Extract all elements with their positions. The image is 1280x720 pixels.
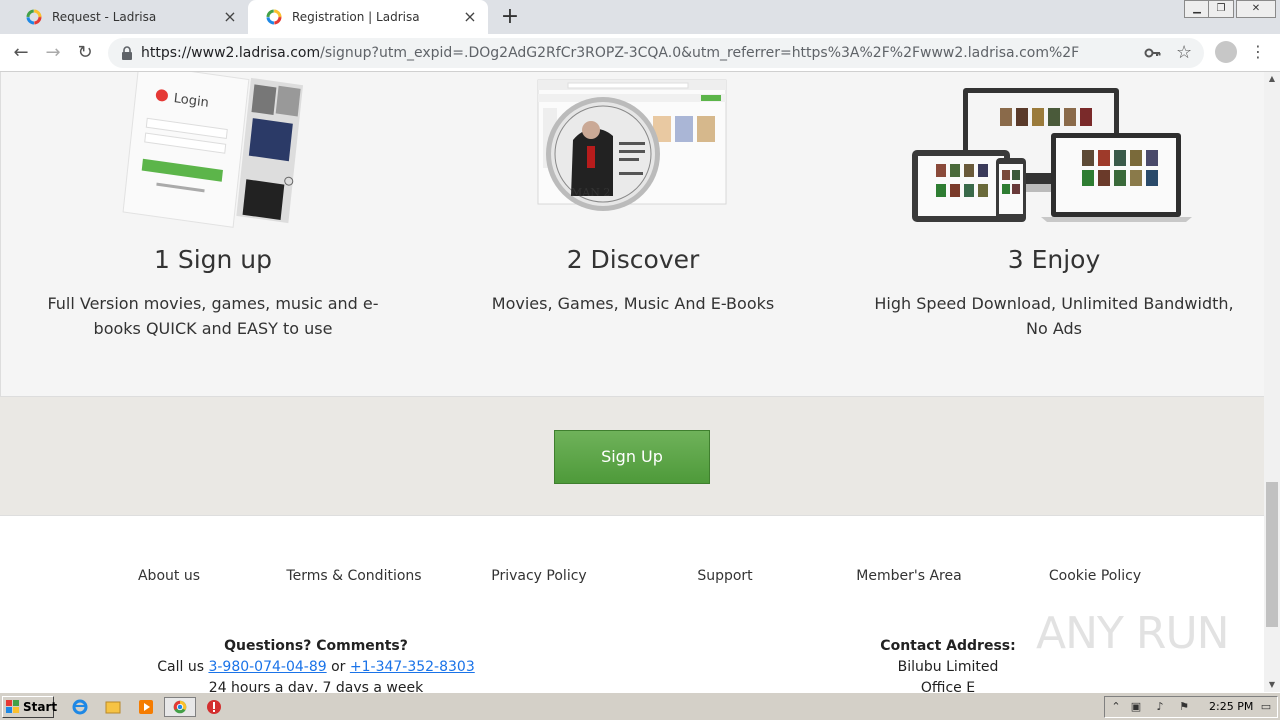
media-player-icon[interactable] [137,698,155,716]
step-enjoy: 3 Enjoy High Speed Download, Unlimited B… [844,72,1264,341]
login-illustration: Login [3,72,423,240]
page-viewport: Login 1 Sign up Full Version movies, gam… [0,72,1264,692]
close-tab-icon[interactable]: × [222,9,238,25]
address-heading: Contact Address: [880,638,1016,654]
support-hours: 24 hours a day, 7 days a week [208,680,424,692]
ladrisa-favicon-icon [26,9,42,25]
scroll-up-arrow-icon[interactable]: ▲ [1264,72,1280,86]
ladrisa-favicon-icon [266,9,282,25]
devices-illustration [844,72,1264,240]
windows-taskbar: Start ⌃ ▣ ♪ ⚑ 2:25 PM ▭ [0,692,1280,720]
browser-toolbar: ← → ↻ https://www2.ladrisa.com/signup?ut… [0,34,1280,72]
tab-strip: Request - Ladrisa × Registration | Ladri… [0,0,1280,34]
stop-alert-icon[interactable] [205,698,223,716]
key-icon[interactable] [1144,45,1162,61]
footer-link-members-area[interactable]: Member's Area [816,568,1002,584]
login-app-image: Login [122,72,304,228]
step-title: 3 Enjoy [1007,245,1101,274]
address-bar[interactable]: https://www2.ladrisa.com/signup?utm_expi… [108,38,1204,68]
questions-heading: Questions? Comments? [224,638,408,654]
address-line-2: Office E [920,680,976,692]
internet-explorer-icon[interactable] [71,698,89,716]
tab-request-ladrisa[interactable]: Request - Ladrisa × [8,0,248,34]
start-label: Start [23,700,58,714]
restore-window-button[interactable]: ❐ [1208,0,1234,18]
chrome-taskbar-icon[interactable] [164,697,196,717]
browser-menu-icon[interactable]: ⋮ [1250,40,1266,64]
devices-image [912,88,1192,222]
call-us-line: Call us 3-980-074-04-89 or +1-347-352-83… [116,657,516,678]
volume-icon[interactable]: ♪ [1153,700,1167,714]
discover-screenshot-image: MAN 2 [537,79,727,211]
reload-icon[interactable]: ↻ [72,40,98,66]
address-line-1: Bilubu Limited [897,659,999,675]
step-title: 1 Sign up [153,245,273,274]
footer-link-terms-conditions[interactable]: Terms & Conditions [261,568,447,584]
show-desktop-icon[interactable]: ▭ [1259,700,1273,714]
tab-title: Registration | Ladrisa [292,10,420,24]
show-hidden-icons-icon[interactable]: ⌃ [1109,700,1123,714]
footer-link-cookie-policy[interactable]: Cookie Policy [1002,568,1188,584]
call-prefix: Call us [157,659,209,675]
how-it-works-section: Login 1 Sign up Full Version movies, gam… [0,72,1264,397]
new-tab-button[interactable]: + [498,5,522,29]
footer-link-support[interactable]: Support [632,568,818,584]
start-button[interactable]: Start [2,696,58,718]
url-text: https://www2.ladrisa.com/signup?utm_expi… [141,38,1079,68]
scroll-down-arrow-icon[interactable]: ▼ [1264,678,1280,692]
step-description: Full Version movies, games, music and e-… [47,294,379,338]
page-scrollbar[interactable]: ▲ ▼ [1264,72,1280,692]
forward-arrow-icon[interactable]: → [40,40,66,66]
phone-link-2[interactable]: +1-347-352-8303 [350,659,475,675]
discover-illustration: MAN 2 [423,72,843,240]
step-sign-up: Login 1 Sign up Full Version movies, gam… [3,72,423,341]
phone-link-1[interactable]: 3-980-074-04-89 [208,659,326,675]
close-tab-icon[interactable]: × [462,9,478,25]
windows-logo-icon [6,700,19,713]
profile-avatar-icon[interactable] [1215,41,1237,63]
action-center-flag-icon[interactable]: ⚑ [1177,700,1191,714]
tab-registration-ladrisa[interactable]: Registration | Ladrisa × [248,0,488,34]
game-title-art-label: MAN 2 [571,186,610,199]
step-description: Movies, Games, Music And E-Books [491,294,775,313]
anyrun-watermark: ANY RUN [1036,608,1230,659]
bookmark-star-icon[interactable]: ☆ [1176,43,1192,63]
step-discover: MAN 2 2 Discover Movies, Games, Music An… [423,72,843,316]
signup-cta-band: Sign Up [0,397,1264,516]
page-footer: About us Terms & Conditions Privacy Poli… [0,516,1264,692]
taskbar-clock[interactable]: 2:25 PM [1209,699,1253,715]
tab-title: Request - Ladrisa [52,10,157,24]
back-arrow-icon[interactable]: ← [8,40,34,66]
network-icon[interactable]: ▣ [1129,700,1143,714]
footer-link-about-us[interactable]: About us [76,568,262,584]
scrollbar-thumb[interactable] [1266,482,1278,627]
close-window-button[interactable]: ✕ [1236,0,1276,18]
lock-icon [122,46,132,60]
footer-link-privacy-policy[interactable]: Privacy Policy [446,568,632,584]
step-description: High Speed Download, Unlimited Bandwidth… [874,294,1234,338]
contact-questions: Questions? Comments? Call us 3-980-074-0… [116,636,516,692]
file-explorer-icon[interactable] [104,698,122,716]
or-text: or [326,659,350,675]
contact-address: Contact Address: Bilubu Limited Office E [848,636,1048,692]
step-title: 2 Discover [566,245,700,274]
minimize-window-button[interactable]: ▁ [1184,0,1210,18]
sign-up-button[interactable]: Sign Up [554,430,710,484]
url-path: /signup?utm_expid=.DOg2AdG2RfCr3ROPZ-3CQ… [320,45,1080,61]
system-tray: ⌃ ▣ ♪ ⚑ 2:25 PM ▭ [1104,696,1278,718]
url-host: https://www2.ladrisa.com [141,45,321,61]
